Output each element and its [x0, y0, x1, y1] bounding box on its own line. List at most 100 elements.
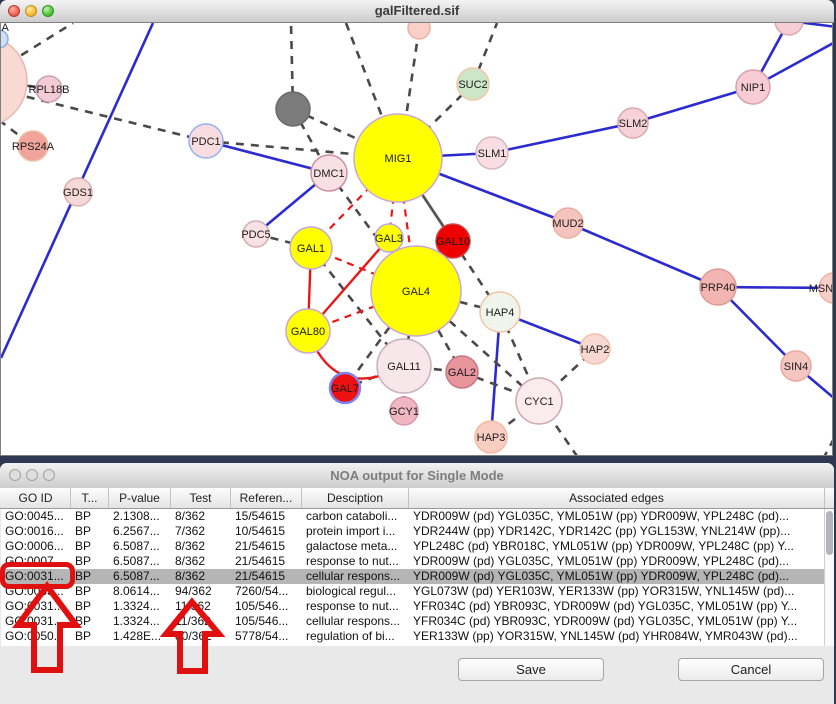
- cell-reference: 105/546...: [231, 614, 302, 629]
- node-label-MSN-cut: MSN: [809, 283, 833, 295]
- node-label-SIN4: SIN4: [784, 361, 808, 373]
- node-label-GAL80: GAL80: [291, 326, 325, 338]
- zoom-button-inactive[interactable]: [43, 469, 55, 481]
- table-scrollbar[interactable]: [824, 509, 834, 646]
- cell-test: 8/362: [171, 539, 231, 554]
- cell-type: BP: [71, 569, 109, 584]
- network-window: galFiltered.sif 17ARPL18BRPS24APDC1GDS1D…: [0, 0, 834, 456]
- cell-edges: YFR034C (pd) YBR093C, YDR009W (pd) YGL03…: [409, 614, 824, 629]
- cell-reference: 7260/54...: [231, 584, 302, 599]
- table-row[interactable]: GO:0065...BP8.0614...94/3627260/54...bio…: [1, 584, 824, 599]
- network-window-titlebar[interactable]: galFiltered.sif: [0, 0, 834, 23]
- node-top-cut[interactable]: [408, 23, 430, 39]
- cell-test: 8/362: [171, 569, 231, 584]
- save-button[interactable]: Save: [458, 658, 604, 681]
- node-label-GAL11: GAL11: [387, 361, 420, 373]
- cell-description: carbon cataboli...: [302, 509, 409, 524]
- cancel-button[interactable]: Cancel: [678, 658, 824, 681]
- cell-description: response to nut...: [302, 554, 409, 569]
- table-row[interactable]: GO:0016...BP6.2567...7/36210/54615protei…: [1, 524, 824, 539]
- edge-blue: [492, 123, 633, 153]
- cell-edges: YER133W (pp) YOR315W, YNL145W (pd) YHR08…: [409, 629, 824, 644]
- table-row[interactable]: GO:0045...BP2.1308...8/36215/54615carbon…: [1, 509, 824, 524]
- noa-window-titlebar[interactable]: NOA output for Single Mode: [0, 463, 834, 489]
- node-label-SLM1: SLM1: [478, 148, 507, 160]
- table-header[interactable]: GO IDT...P-valueTestReferen...Desciption…: [0, 488, 834, 509]
- column-header-reference[interactable]: Referen...: [231, 488, 302, 508]
- minimize-button[interactable]: [25, 5, 37, 17]
- cell-edges: YDR244W (pp) YDR142C, YDR142C (pp) YGL15…: [409, 524, 824, 539]
- scrollbar-thumb[interactable]: [826, 511, 833, 555]
- node-label-GCY1: GCY1: [389, 406, 419, 418]
- node-label-PRP40: PRP40: [701, 282, 736, 294]
- node-label-PDC1: PDC1: [191, 136, 220, 148]
- column-header-description[interactable]: Desciption: [302, 488, 409, 508]
- node-gray-node[interactable]: [276, 92, 310, 126]
- network-window-title: galFiltered.sif: [375, 3, 460, 18]
- cell-test: 94/362: [171, 584, 231, 599]
- cell-edges: YDR009W (pd) YGL035C, YML051W (pp) YDR00…: [409, 554, 824, 569]
- cell-reference: 15/54615: [231, 509, 302, 524]
- cell-p_value: 6.5087...: [109, 569, 171, 584]
- node-label-MUD2: MUD2: [552, 218, 583, 230]
- cell-go_id: GO:0031...: [1, 614, 71, 629]
- cell-description: protein import i...: [302, 524, 409, 539]
- column-header-p_value[interactable]: P-value: [109, 488, 171, 508]
- node-label-HAP2: HAP2: [581, 344, 610, 356]
- edge-dash: [823, 433, 833, 456]
- cell-test: 8/362: [171, 509, 231, 524]
- node-topright[interactable]: [775, 23, 803, 35]
- node-label-NIP1: NIP1: [741, 82, 765, 94]
- table-row[interactable]: GO:0031...BP1.3324...11/362105/546...cel…: [1, 614, 824, 629]
- close-button[interactable]: [8, 5, 20, 17]
- cell-p_value: 6.5087...: [109, 554, 171, 569]
- cell-reference: 21/54615: [231, 554, 302, 569]
- node-label-GAL2: GAL2: [448, 367, 476, 379]
- column-header-test[interactable]: Test: [171, 488, 231, 508]
- network-canvas[interactable]: 17ARPL18BRPS24APDC1GDS1DMC1MIG1SUC2SLM1S…: [0, 22, 833, 456]
- zoom-button[interactable]: [42, 5, 54, 17]
- node-label-GAL4: GAL4: [402, 286, 430, 298]
- node-label-GDS1: GDS1: [63, 187, 93, 199]
- cell-p_value: 1.3324...: [109, 614, 171, 629]
- node-label-HAP4: HAP4: [486, 307, 515, 319]
- node-label-DMC1: DMC1: [313, 168, 344, 180]
- close-button-inactive[interactable]: [9, 469, 21, 481]
- cell-test: 80/362: [171, 629, 231, 644]
- cell-type: BP: [71, 614, 109, 629]
- table-row[interactable]: GO:0007...BP6.5087...8/36221/54615respon…: [1, 554, 824, 569]
- minimize-button-inactive[interactable]: [26, 469, 38, 481]
- edge-blue: [568, 223, 718, 287]
- table-row[interactable]: GO:0050...BP1.428E...80/3625778/54...reg…: [1, 629, 824, 644]
- cell-edges: YFR034C (pd) YBR093C, YDR009W (pd) YGL03…: [409, 599, 824, 614]
- cell-go_id: GO:0050...: [1, 629, 71, 644]
- column-header-go_id[interactable]: GO ID: [1, 488, 71, 508]
- cell-reference: 21/54615: [231, 539, 302, 554]
- node-label-PDC5: PDC5: [241, 229, 270, 241]
- table-row[interactable]: GO:0031...BP6.5087...8/36221/54615cellul…: [1, 569, 824, 584]
- node-label-HAP3: HAP3: [477, 432, 506, 444]
- table-row[interactable]: GO:0006...BP6.5087...8/36221/54615galact…: [1, 539, 824, 554]
- cell-edges: YPL248C (pd) YBR018C, YML051W (pp) YDR00…: [409, 539, 824, 554]
- cell-p_value: 8.0614...: [109, 584, 171, 599]
- cell-edges: YDR009W (pd) YGL035C, YML051W (pp) YDR00…: [409, 509, 824, 524]
- cell-go_id: GO:0016...: [1, 524, 71, 539]
- cell-description: cellular respons...: [302, 569, 409, 584]
- node-big-left[interactable]: [1, 35, 27, 127]
- node-label-corner: 17A: [1, 23, 9, 34]
- node-label-RPS24A: RPS24A: [12, 141, 55, 153]
- desktop: { "window1": { "title": "galFiltered.sif…: [0, 0, 836, 704]
- noa-output-window: NOA output for Single Mode GO IDT...P-va…: [0, 463, 834, 704]
- node-label-SUC2: SUC2: [458, 79, 487, 91]
- edge-blue: [633, 87, 753, 123]
- column-header-type[interactable]: T...: [71, 488, 109, 508]
- cell-test: 11/362: [171, 599, 231, 614]
- column-header-edges[interactable]: Associated edges: [409, 488, 825, 508]
- cell-description: biological regul...: [302, 584, 409, 599]
- cell-go_id: GO:0031...: [1, 599, 71, 614]
- cell-reference: 105/546...: [231, 599, 302, 614]
- node-label-GAL3: GAL3: [375, 233, 403, 245]
- table-row[interactable]: GO:0031...BP1.3324...11/362105/546...res…: [1, 599, 824, 614]
- cell-test: 11/362: [171, 614, 231, 629]
- cell-description: galactose meta...: [302, 539, 409, 554]
